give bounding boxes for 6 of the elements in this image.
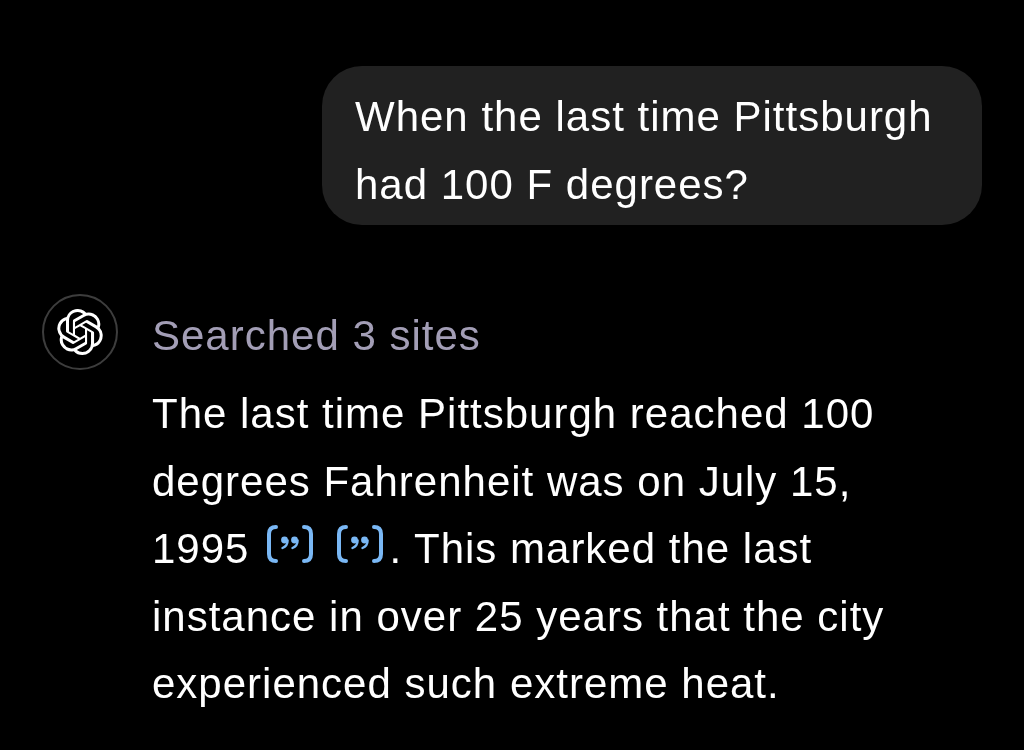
search-status-text: Searched 3 sites xyxy=(152,311,482,361)
citation-icon[interactable] xyxy=(335,524,386,564)
answer-text: The last time Pittsburgh reached 100 degrees Fahrenheit was on July 15, 1995 . This marked the last instance in over 25 years that the city experienced such extreme heat. xyxy=(152,389,886,709)
user-message-bubble: When the last time Pittsburgh had 100 F degrees? xyxy=(322,66,982,225)
knot-avatar-icon xyxy=(42,294,118,370)
citation-icon[interactable] xyxy=(265,524,316,564)
